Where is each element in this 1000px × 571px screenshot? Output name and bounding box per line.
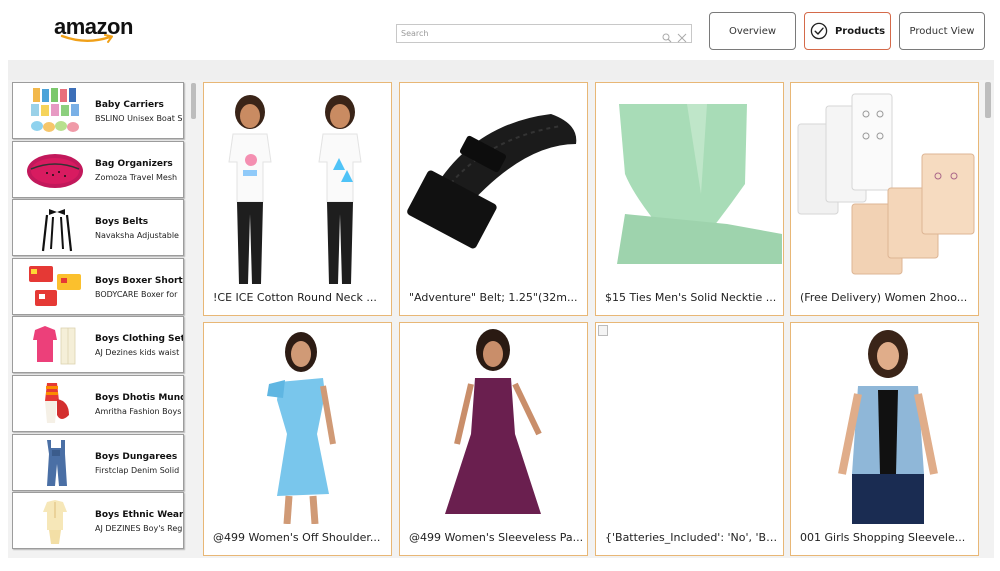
category-item-bag-organizers[interactable]: Bag Organizers Zomoza Travel Mesh <box>12 140 184 198</box>
product-caption: !CE ICE Cotton Round Neck ... <box>213 291 377 304</box>
search-icon[interactable] <box>662 28 672 47</box>
mint-necktie-image <box>617 104 782 264</box>
product-caption: "Adventure" Belt; 1.25"(32m... <box>409 291 578 304</box>
category-title: Bag Organizers <box>95 158 173 169</box>
category-title: Boys Boxer Shorts <box>95 275 184 286</box>
product-caption: (Free Delivery) Women 2hoo... <box>800 291 968 304</box>
product-card[interactable]: (Free Delivery) Women 2hoo... <box>790 82 979 316</box>
denim-vest-woman-image <box>838 330 938 524</box>
category-title: Boys Dungarees <box>95 451 178 462</box>
app-window: amazon Overview Products Product View <box>0 0 1000 571</box>
pink-travel-case-thumbnail <box>27 153 83 188</box>
checkmark-circle-icon <box>810 22 828 40</box>
bra-extenders-image <box>797 93 975 275</box>
pink-shirt-set-thumbnail <box>33 326 76 365</box>
sidebar-scrollbar[interactable] <box>191 83 196 119</box>
two-kids-tshirts-image <box>228 95 362 284</box>
suspenders-bowtie-thumbnail <box>41 209 73 252</box>
overview-label: Overview <box>728 25 777 37</box>
header-divider-band <box>8 60 994 80</box>
category-subtitle: Amritha Fashion Boys <box>95 406 182 416</box>
product-card[interactable]: 001 Girls Shopping Sleevele... <box>790 322 979 556</box>
category-title: Boys Clothing Sets <box>95 334 184 345</box>
product-card[interactable]: @499 Women's Sleeveless Pa... <box>399 322 588 556</box>
category-title: Baby Carriers <box>95 100 164 110</box>
category-title: Boys Belts <box>95 217 149 228</box>
category-item-boys-dungarees[interactable]: Boys Dungarees Firstclap Denim Solid <box>12 433 184 491</box>
category-subtitle: Firstclap Denim Solid <box>95 465 180 475</box>
product-card[interactable]: !CE ICE Cotton Round Neck ... <box>203 82 392 316</box>
ethnic-kurta-thumbnail <box>43 500 67 545</box>
product-card[interactable]: @499 Women's Off Shoulder... <box>203 322 392 556</box>
products-button[interactable]: Products <box>804 12 891 50</box>
product-caption: @499 Women's Off Shoulder... <box>213 531 381 544</box>
product-view-button[interactable]: Product View <box>899 12 985 50</box>
product-caption: @499 Women's Sleeveless Pa... <box>409 531 584 544</box>
category-item-baby-carriers[interactable]: Baby Carriers BSLINO Unisex Boat S <box>12 82 184 139</box>
amazon-logo: amazon <box>54 16 133 46</box>
denim-dungaree-thumbnail <box>47 439 67 486</box>
product-caption: 001 Girls Shopping Sleevele... <box>800 531 966 544</box>
category-list: Baby Carriers BSLINO Unisex Boat S Bag O… <box>12 82 192 551</box>
category-subtitle: BODYCARE Boxer for <box>95 289 178 299</box>
smile-arrow-icon <box>60 34 113 43</box>
category-item-boys-boxer-shorts[interactable]: Boys Boxer Shorts BODYCARE Boxer for <box>12 257 184 315</box>
product-caption: {'Batteries_Included': 'No', 'Br... <box>605 531 780 544</box>
overview-button[interactable]: Overview <box>709 12 796 50</box>
category-item-boys-ethnic-wear[interactable]: Boys Ethnic Wear AJ DEZINES Boy's Reg <box>12 492 184 550</box>
category-subtitle: Zomoza Travel Mesh <box>95 172 178 182</box>
category-subtitle: AJ DEZINES Boy's Reg <box>95 524 183 534</box>
product-view-label: Product View <box>909 25 975 37</box>
product-card[interactable]: "Adventure" Belt; 1.25"(32m... <box>399 82 588 316</box>
boxer-shorts-thumbnail <box>29 265 81 306</box>
clear-search-icon[interactable] <box>677 28 687 47</box>
category-sidebar: Baby Carriers BSLINO Unisex Boat S Bag O… <box>8 80 198 558</box>
category-title: Boys Dhotis Mund <box>95 392 184 403</box>
category-subtitle: AJ Dezines kids waist <box>95 348 180 358</box>
purple-dress-woman-image <box>445 329 542 514</box>
black-belt-image <box>407 114 577 249</box>
category-title: Boys Ethnic Wear <box>95 510 184 521</box>
category-item-boys-dhotis[interactable]: Boys Dhotis Mund Amritha Fashion Boys <box>12 374 184 432</box>
baby-socks-thumbnail <box>31 88 79 132</box>
category-item-boys-belts[interactable]: Boys Belts Navaksha Adjustable <box>12 199 184 257</box>
product-grid: !CE ICE Cotton Round Neck ... "Adventure… <box>198 80 994 558</box>
dhoti-set-thumbnail <box>45 382 69 423</box>
product-card[interactable]: $15 Ties Men's Solid Necktie ... <box>595 82 784 316</box>
products-label: Products <box>834 25 886 37</box>
product-caption: $15 Ties Men's Solid Necktie ... <box>605 291 777 304</box>
product-card[interactable]: {'Batteries_Included': 'No', 'Br... <box>595 322 784 556</box>
search-input[interactable] <box>397 25 652 42</box>
search-box <box>396 24 692 43</box>
grid-scrollbar[interactable] <box>985 82 991 118</box>
category-subtitle: BSLINO Unisex Boat S <box>95 114 183 123</box>
category-subtitle: Navaksha Adjustable <box>95 231 179 241</box>
blue-dress-woman-image <box>267 332 336 524</box>
broken-image-icon <box>598 325 608 336</box>
category-item-boys-clothing-sets[interactable]: Boys Clothing Sets AJ Dezines kids waist <box>12 316 184 374</box>
